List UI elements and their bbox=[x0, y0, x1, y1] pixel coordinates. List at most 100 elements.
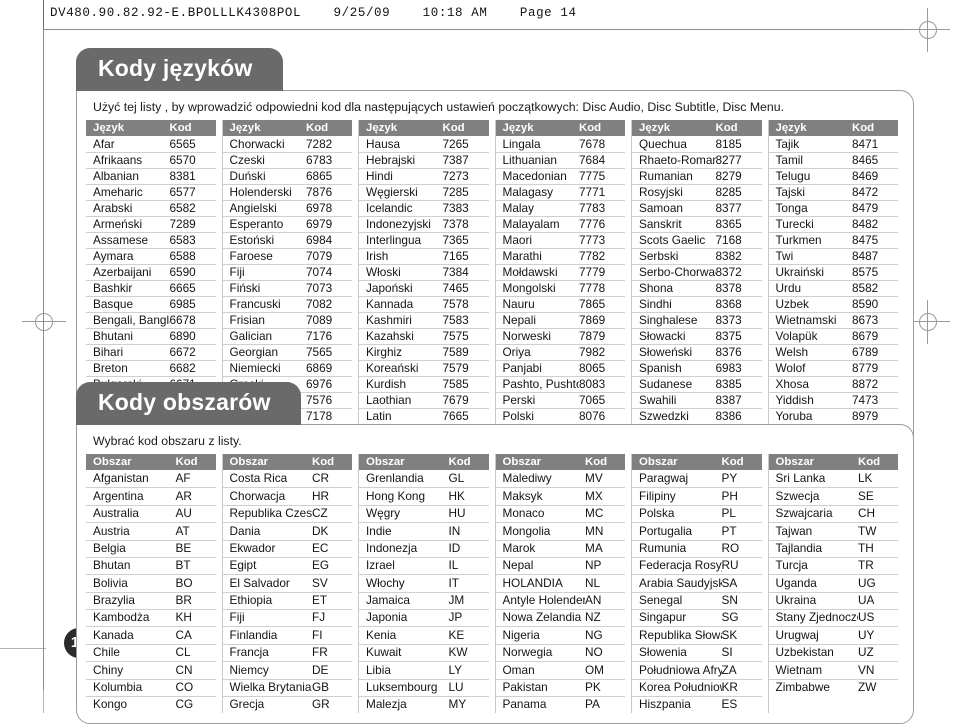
row-code: 8479 bbox=[852, 201, 879, 215]
row-name: HOLANDIA bbox=[502, 576, 563, 590]
row-code: 8368 bbox=[715, 297, 742, 311]
table-row: Armeński 7289 bbox=[86, 217, 216, 233]
table-row: Turcja TR bbox=[768, 558, 898, 576]
row-code: 6570 bbox=[169, 153, 196, 167]
table-row: Grenlandia GL bbox=[359, 471, 489, 489]
prepress-header-text: DV480.90.82.92-E.BPOLLLK4308POL 9/25/09 … bbox=[50, 6, 577, 20]
table-row: Tajik 8471 bbox=[768, 137, 898, 153]
table-row: Rhaeto-Romance8277 bbox=[632, 153, 762, 169]
row-name: Fiński bbox=[229, 282, 261, 295]
row-code: 6979 bbox=[306, 217, 333, 231]
table-row: Węgry HU bbox=[359, 506, 489, 524]
table-row: Polski 8076 bbox=[495, 409, 625, 425]
row-name: Maksyk bbox=[502, 489, 543, 503]
column-header-code: Kod bbox=[715, 122, 738, 134]
table-row: Kuwait KW bbox=[359, 645, 489, 663]
row-name: Bihari bbox=[93, 346, 124, 359]
row-code: 8076 bbox=[579, 409, 606, 423]
row-name: Senegal bbox=[639, 594, 683, 608]
table-row: Republika CzeskaCZ bbox=[222, 506, 352, 524]
table-row: Urugwaj UY bbox=[768, 627, 898, 645]
table-row: Serbski 8382 bbox=[632, 249, 762, 265]
row-code: NP bbox=[585, 558, 602, 573]
row-name: Austria bbox=[93, 524, 130, 538]
area-codes-section: Kody obszarów Wybrać kod obszaru z listy… bbox=[76, 382, 914, 724]
table-row: Francuski 7082 bbox=[222, 297, 352, 313]
row-code: 7783 bbox=[579, 201, 606, 215]
table-row: Kenia KE bbox=[359, 627, 489, 645]
row-code: 7579 bbox=[442, 361, 469, 375]
row-code: 6978 bbox=[306, 201, 333, 215]
row-code: 7082 bbox=[306, 297, 333, 311]
table-row: Latin 7665 bbox=[359, 409, 489, 425]
table-row: Finlandia FI bbox=[222, 627, 352, 645]
table-row: Swahili 8387 bbox=[632, 393, 762, 409]
column-header-name: Język bbox=[229, 122, 261, 134]
table-row: Bihari 6672 bbox=[86, 345, 216, 361]
row-code: PK bbox=[585, 679, 601, 694]
row-name: Słowenia bbox=[639, 646, 687, 660]
table-row: Hindi 7273 bbox=[359, 169, 489, 185]
table-row: Oman OM bbox=[495, 662, 625, 680]
row-code: EC bbox=[312, 540, 329, 555]
row-code: 8673 bbox=[852, 313, 879, 327]
table-row: Singhalese 8373 bbox=[632, 313, 762, 329]
language-codes-note: Użyć tej listy , by wprowadzić odpowiedn… bbox=[93, 100, 784, 114]
table-row: Kannada 7578 bbox=[359, 297, 489, 313]
table-row: Republika SłowackaSK bbox=[632, 627, 762, 645]
row-code: 7679 bbox=[442, 393, 469, 407]
row-code: 7865 bbox=[579, 297, 606, 311]
code-column: Język Kod Tajik 8471 Tamil 8465 Telugu 8469 Tajs… bbox=[768, 120, 905, 440]
row-name: Azerbaijani bbox=[93, 266, 152, 279]
row-code: 6865 bbox=[306, 169, 333, 183]
table-row: Malagasy 7771 bbox=[495, 185, 625, 201]
table-row: Icelandic 7383 bbox=[359, 201, 489, 217]
table-row: Hebrajski 7387 bbox=[359, 153, 489, 169]
row-name: Niemcy bbox=[229, 663, 269, 677]
row-code: UZ bbox=[858, 645, 874, 660]
row-name: Yoruba bbox=[775, 410, 813, 423]
table-row: Wietnamski 8673 bbox=[768, 313, 898, 329]
row-name: Albanian bbox=[93, 170, 139, 183]
table-row: Nowa Zelandia NZ bbox=[495, 610, 625, 628]
table-row: Fiji FJ bbox=[222, 610, 352, 628]
row-name: Georgian bbox=[229, 346, 279, 359]
column-header-name: Obszar bbox=[639, 456, 678, 468]
table-row: Hong Kong HK bbox=[359, 488, 489, 506]
row-name: Słoweński bbox=[639, 346, 693, 359]
row-code: 6984 bbox=[306, 233, 333, 247]
row-name: Pashto, Pushto bbox=[502, 378, 580, 391]
row-code: 8279 bbox=[715, 169, 742, 183]
table-row: Libia LY bbox=[359, 662, 489, 680]
row-name: Uzbekistan bbox=[775, 646, 834, 660]
row-code: 8382 bbox=[715, 249, 742, 263]
row-name: Galician bbox=[229, 330, 273, 343]
row-name: Nepali bbox=[502, 314, 536, 327]
table-row: Belgia BE bbox=[86, 541, 216, 558]
row-code: 8065 bbox=[579, 361, 606, 375]
row-name: Maori bbox=[502, 234, 533, 247]
table-row: Węgierski 7285 bbox=[359, 185, 489, 201]
table-row: Monaco MC bbox=[495, 506, 625, 524]
table-row: Urdu 8582 bbox=[768, 281, 898, 297]
row-code: CA bbox=[175, 627, 192, 642]
row-code: BT bbox=[175, 558, 191, 573]
table-row: Uzbekistan UZ bbox=[768, 645, 898, 663]
row-name: Ukraiński bbox=[775, 266, 825, 279]
row-name: Rhaeto-Romance bbox=[639, 154, 716, 167]
row-code: CL bbox=[175, 645, 191, 660]
prepress-header-bar: DV480.90.82.92-E.BPOLLLK4308POL 9/25/09 … bbox=[0, 0, 960, 30]
page-content: Kody języków Użyć tej listy , by wprowad… bbox=[43, 30, 927, 724]
row-code: BR bbox=[175, 593, 192, 608]
row-name: Koreański bbox=[366, 362, 419, 375]
table-row: Nigeria NG bbox=[495, 627, 625, 645]
row-name: Chorwacja bbox=[229, 489, 286, 503]
row-code: 8590 bbox=[852, 297, 879, 311]
table-row: Malezja MY bbox=[359, 697, 489, 713]
row-code: 7665 bbox=[442, 409, 469, 423]
row-code: SE bbox=[858, 488, 874, 503]
row-code: AR bbox=[175, 488, 192, 503]
table-row: Filipiny PH bbox=[632, 488, 762, 506]
row-code: 6672 bbox=[169, 345, 196, 359]
table-row: Bengali, Bangla 6678 bbox=[86, 313, 216, 329]
